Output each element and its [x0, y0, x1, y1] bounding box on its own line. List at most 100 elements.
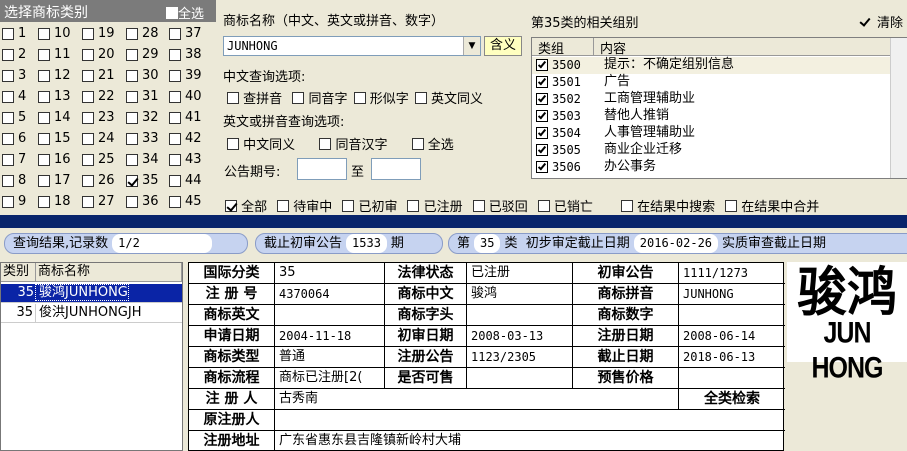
category-checkbox-10[interactable]: 10	[38, 26, 71, 44]
category-checkbox-42[interactable]: 42	[169, 131, 202, 149]
category-checkbox-2[interactable]: 2	[2, 47, 26, 65]
pub-from-input[interactable]	[297, 158, 347, 180]
checkbox[interactable]	[126, 48, 138, 61]
clear-toggle[interactable]: 清除	[859, 12, 903, 31]
filter-3[interactable]: 已注册	[407, 198, 463, 215]
group-row-3506[interactable]: 3506 办公事务	[532, 159, 890, 176]
checkbox[interactable]	[38, 48, 50, 61]
group-checkbox[interactable]	[536, 76, 548, 88]
filter-checkbox[interactable]	[537, 199, 550, 212]
category-checkbox-19[interactable]: 19	[82, 26, 115, 44]
group-checkbox[interactable]	[536, 110, 548, 122]
checkbox[interactable]	[38, 132, 50, 145]
category-checkbox-1[interactable]: 1	[2, 26, 26, 44]
group-checkbox[interactable]	[536, 127, 548, 139]
filter-checkbox[interactable]	[225, 199, 237, 212]
name-combobox[interactable]: JUNHONG ▼	[223, 36, 481, 56]
group-row-3505[interactable]: 3505 商业企业迁移	[532, 142, 890, 159]
category-checkbox-35[interactable]: 35	[126, 173, 159, 191]
en-option-cn-synonym[interactable]: 中文同义	[227, 136, 295, 153]
category-checkbox-41[interactable]: 41	[169, 110, 202, 128]
category-checkbox-9[interactable]: 9	[2, 194, 26, 212]
filter-checkbox[interactable]	[342, 199, 355, 212]
category-checkbox-22[interactable]: 22	[82, 89, 115, 107]
checkbox[interactable]	[38, 174, 50, 187]
category-checkbox-36[interactable]: 36	[126, 194, 159, 212]
group-row-3500[interactable]: 3500 提示：不确定组别信息	[532, 57, 890, 74]
checkbox[interactable]	[82, 27, 94, 40]
checkbox[interactable]	[38, 195, 50, 208]
checkbox[interactable]	[38, 153, 50, 166]
category-checkbox-37[interactable]: 37	[169, 26, 202, 44]
filter-checkbox[interactable]	[277, 199, 290, 212]
full-class-search-button[interactable]: 全类检索	[679, 389, 785, 410]
checkbox[interactable]	[2, 132, 14, 145]
cn-option-similar[interactable]: 形似字	[353, 90, 409, 107]
checkbox[interactable]	[38, 69, 50, 82]
group-row-3501[interactable]: 3501 广告	[532, 74, 890, 91]
category-checkbox-40[interactable]: 40	[169, 89, 202, 107]
chevron-down-icon[interactable]: ▼	[463, 37, 480, 55]
group-checkbox[interactable]	[536, 144, 548, 156]
checkbox[interactable]	[126, 153, 138, 166]
filter-checkbox[interactable]	[620, 199, 633, 212]
category-checkbox-13[interactable]: 13	[38, 89, 71, 107]
cn-option-pinyin[interactable]: 查拼音	[227, 90, 282, 107]
category-checkbox-4[interactable]: 4	[2, 89, 26, 107]
filter-checkbox[interactable]	[472, 199, 485, 212]
filter-6[interactable]: 在结果中搜索	[620, 198, 715, 215]
checkbox[interactable]	[2, 111, 14, 124]
group-scrollbar[interactable]	[890, 38, 907, 178]
category-checkbox-17[interactable]: 17	[38, 173, 71, 191]
checkbox[interactable]	[82, 69, 94, 82]
name-input[interactable]: JUNHONG	[227, 39, 278, 53]
select-all-categories[interactable]: 全选	[166, 3, 204, 22]
category-checkbox-12[interactable]: 12	[38, 68, 71, 86]
checkbox[interactable]	[2, 174, 14, 187]
category-checkbox-21[interactable]: 21	[82, 68, 115, 86]
filter-0[interactable]: 全部	[225, 198, 267, 215]
category-checkbox-43[interactable]: 43	[169, 152, 202, 170]
checkbox[interactable]	[2, 27, 14, 40]
group-row-3503[interactable]: 3503 替他人推销	[532, 108, 890, 125]
category-checkbox-34[interactable]: 34	[126, 152, 159, 170]
filter-2[interactable]: 已初审	[342, 198, 397, 215]
en-option-homophone-hanzi[interactable]: 同音汉字	[319, 136, 387, 153]
category-checkbox-3[interactable]: 3	[2, 68, 26, 86]
group-row-3504[interactable]: 3504 人事管理辅助业	[532, 125, 890, 142]
category-checkbox-24[interactable]: 24	[82, 131, 115, 149]
checkbox[interactable]	[82, 132, 94, 145]
checkbox[interactable]	[169, 195, 181, 208]
checkbox[interactable]	[169, 69, 181, 82]
filter-1[interactable]: 待审中	[277, 198, 332, 215]
checkbox[interactable]	[2, 90, 14, 103]
select-all-checkbox[interactable]	[166, 6, 178, 19]
checkbox[interactable]	[169, 48, 181, 61]
checkbox[interactable]	[82, 195, 94, 208]
checkbox[interactable]	[2, 48, 14, 61]
category-checkbox-45[interactable]: 45	[169, 194, 202, 212]
checkbox[interactable]	[82, 48, 94, 61]
category-checkbox-33[interactable]: 33	[126, 131, 159, 149]
category-checkbox-29[interactable]: 29	[126, 47, 159, 65]
category-checkbox-30[interactable]: 30	[126, 68, 159, 86]
pub-to-input[interactable]	[371, 158, 421, 180]
group-checkbox[interactable]	[536, 161, 548, 173]
checkbox[interactable]	[82, 90, 94, 103]
cn-option-homophone[interactable]: 同音字	[292, 90, 347, 107]
checkbox[interactable]	[169, 90, 181, 103]
checkbox[interactable]	[38, 27, 50, 40]
checkbox[interactable]	[2, 195, 14, 208]
en-option-select-all[interactable]: 全选	[411, 136, 454, 153]
filter-checkbox[interactable]	[407, 199, 420, 212]
filter-checkbox[interactable]	[725, 199, 738, 212]
filter-4[interactable]: 已驳回	[472, 198, 528, 215]
cn-option-en-synonym[interactable]: 英文同义	[414, 90, 483, 107]
checkbox[interactable]	[169, 27, 181, 40]
category-checkbox-11[interactable]: 11	[38, 47, 71, 65]
checkbox[interactable]	[169, 174, 181, 187]
group-checkbox[interactable]	[536, 93, 548, 105]
group-row-3502[interactable]: 3502 工商管理辅助业	[532, 91, 890, 108]
category-checkbox-20[interactable]: 20	[82, 47, 115, 65]
checkbox[interactable]	[126, 69, 138, 82]
